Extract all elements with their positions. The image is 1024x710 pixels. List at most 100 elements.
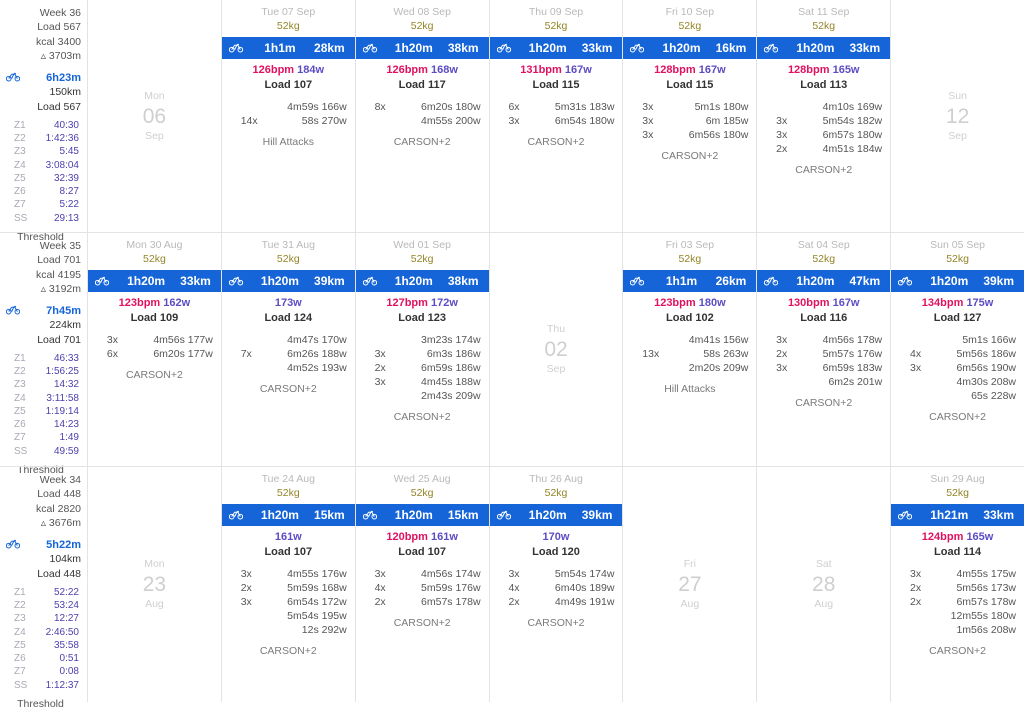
activity-bar[interactable]: 1h20m 16km [623, 37, 757, 59]
interval-row: 3x 4m45s 188w [360, 375, 481, 389]
workout-name: Hill Attacks [664, 383, 716, 395]
activity-bar[interactable]: 1h20m 47km [757, 270, 891, 292]
week-sport-distance: 150km [49, 86, 81, 99]
activity-bar[interactable]: 1h20m 38km [355, 270, 489, 292]
day-cell[interactable]: Sat 04 Sep 52kg 1h20m 47km 130bpm 167w Load 1… [757, 233, 892, 466]
day-cell[interactable]: Tue 07 Sep 52kg 1h1m 28km 126bpm 184w Load 10… [221, 0, 356, 232]
threshold-label: Threshold [17, 697, 64, 710]
interval-row: 3x 4m55s 175w [895, 567, 1016, 581]
interval-reps [910, 333, 930, 347]
heart-rate-value: 124bpm [921, 531, 964, 543]
day-cell-empty[interactable]: Mon 06 Sep [88, 0, 222, 232]
interval-detail: 6m 185w [705, 115, 749, 127]
zone-label: Z4 [14, 392, 26, 404]
day-cell[interactable]: Thu 26 Aug 52kg 1h20m 39km 170w Load 120 3x 5m5… [489, 467, 624, 702]
zone-label: Z7 [14, 432, 26, 444]
interval-list: 4m47s 170w 7x 6m26s 188w 4m52s 193w [222, 333, 355, 375]
day-cell[interactable]: Tue 24 Aug 52kg 1h20m 15km 161w Load 107 3x 4m5… [221, 467, 356, 702]
interval-row: 3x 6m57s 180w [761, 128, 882, 142]
day-cell-empty[interactable]: Sun 12 Sep [891, 0, 1024, 232]
interval-row: 4x 5m56s 186w [895, 347, 1016, 361]
activity-duration: 1h20m [127, 274, 166, 288]
activity-bar[interactable]: 1h1m 28km [221, 37, 355, 59]
interval-detail: 6m56s 190w [956, 362, 1017, 374]
activity-distance: 33km [849, 41, 881, 55]
day-cell[interactable]: Thu 09 Sep 52kg 1h20m 33km 131bpm 167w Load 1… [489, 0, 624, 232]
activity-distance: 39km [983, 274, 1015, 288]
week-load: Load 567 [37, 21, 81, 34]
activity-bar[interactable]: 1h20m 33km [88, 270, 221, 292]
day-cell[interactable]: Tue 31 Aug 52kg 1h20m 39km 173w Load 124 4m47s… [221, 233, 356, 466]
week-number: Week 34 [39, 474, 81, 486]
zone-label: Z3 [14, 379, 26, 391]
day-cell[interactable]: Sat 11 Sep 52kg 1h20m 33km 128bpm 165w Load 1… [757, 0, 892, 232]
zone-label: Z2 [14, 366, 26, 378]
activity-bar[interactable]: 1h20m 38km [355, 37, 489, 59]
training-calendar: Week 36 Load 567 kcal 3400 ▵ 3703m 6h23m 150k… [0, 0, 1024, 710]
zone-label: Z6 [14, 186, 26, 198]
heart-rate-value: 134bpm [921, 297, 964, 309]
zone-row: Z7 1:49 [4, 431, 81, 444]
day-grid: Mon 30 Aug 52kg 1h20m 33km 123bpm 162w Load 1… [88, 233, 1024, 466]
activity-bar[interactable]: 1h20m 33km [489, 37, 623, 59]
interval-detail: 65s 228w [971, 390, 1017, 402]
interval-row: 3x 6m56s 180w [627, 128, 748, 142]
heart-rate-value: 123bpm [654, 297, 696, 309]
day-cell[interactable]: Mon 30 Aug 52kg 1h20m 33km 123bpm 162w Load 1… [88, 233, 222, 466]
zone-row: Z4 3:11:58 [4, 392, 81, 405]
day-grid: Mon 23 Aug Tue 24 Aug 52kg 1h20m 15km 161w Load … [88, 467, 1024, 702]
activity-bar[interactable]: 1h1m 26km [623, 270, 757, 292]
activity-bar[interactable]: 1h20m 15km [221, 504, 355, 526]
interval-reps [241, 333, 261, 347]
day-cell[interactable]: Fri 10 Sep 52kg 1h20m 16km 128bpm 167w Load 1… [623, 0, 758, 232]
zone-value: 40:30 [53, 120, 79, 132]
zone-value: 46:33 [53, 353, 79, 365]
power-value: 172w [431, 297, 458, 309]
interval-row: 3x 6m 185w [627, 114, 748, 128]
week-load: Load 701 [37, 254, 81, 267]
zone-label: Z7 [14, 199, 26, 211]
interval-reps: 3x [642, 115, 654, 127]
day-cell-empty[interactable]: Mon 23 Aug [88, 467, 222, 702]
activity-bar[interactable]: 1h20m 33km [757, 37, 891, 59]
power-value: 167w [832, 297, 860, 309]
day-date-label: Mon 30 Aug [126, 239, 183, 251]
activity-load: Load 127 [933, 312, 982, 324]
interval-reps: 3x [508, 115, 520, 127]
interval-list: 4m41s 156w 13x 58s 263w 2m20s 209w [623, 333, 756, 375]
day-cell[interactable]: Sun 05 Sep 52kg 1h20m 39km 134bpm 175w Load 1… [891, 233, 1024, 466]
body-weight: 52kg [544, 20, 568, 32]
interval-reps: 4x [910, 348, 922, 360]
activity-bar[interactable]: 1h20m 39km [221, 270, 355, 292]
interval-row: 2x 4m49s 191w [494, 595, 614, 609]
day-cell[interactable]: Fri 03 Sep 52kg 1h1m 26km 123bpm 180w Load 10… [623, 233, 758, 466]
activity-bar[interactable]: 1h21m 33km [891, 504, 1024, 526]
day-cell[interactable]: Wed 01 Sep 52kg 1h20m 38km 127bpm 172w Load 1… [355, 233, 490, 466]
interval-detail: 4m45s 188w [421, 376, 481, 388]
day-cell[interactable]: Wed 08 Sep 52kg 1h20m 38km 126bpm 168w Load 1… [355, 0, 490, 232]
day-cell-empty[interactable]: Thu 02 Sep [490, 233, 624, 466]
day-cell-empty[interactable]: Sat 28 Aug [757, 467, 892, 702]
activity-bar[interactable]: 1h20m 39km [489, 504, 623, 526]
interval-detail: 58s 263w [703, 348, 749, 360]
body-weight: 52kg [143, 253, 166, 265]
week-number: Week 36 [39, 7, 81, 19]
interval-detail: 6m3s 186w [426, 348, 481, 360]
week-row: Week 35 Load 701 kcal 4195 ▵ 3192m 7h45m 224k… [0, 232, 1024, 476]
activity-bar[interactable]: 1h20m 15km [355, 504, 489, 526]
zone-row: Z5 32:39 [4, 172, 81, 185]
week-sport-load: Load 567 [37, 100, 81, 113]
interval-reps: 2x [240, 582, 252, 594]
interval-reps: 3x [776, 362, 788, 374]
interval-reps [910, 375, 930, 389]
activity-bar[interactable]: 1h20m 39km [891, 270, 1024, 292]
day-cell-empty[interactable]: Fri 27 Aug [623, 467, 758, 702]
interval-row: 6x 5m31s 183w [494, 100, 614, 114]
zone-value: 2:46:50 [45, 626, 79, 638]
day-cell[interactable]: Wed 25 Aug 52kg 1h20m 15km 120bpm 161w Load 1… [355, 467, 490, 702]
zone-row: SS 49:59 [4, 445, 81, 458]
day-cell[interactable]: Sun 29 Aug 52kg 1h21m 33km 124bpm 165w Load 1… [891, 467, 1024, 702]
interval-row: 1m56s 208w [895, 623, 1016, 637]
workout-name: CARSON+2 [929, 411, 987, 423]
activity-metrics: 127bpm 172w [356, 292, 489, 311]
